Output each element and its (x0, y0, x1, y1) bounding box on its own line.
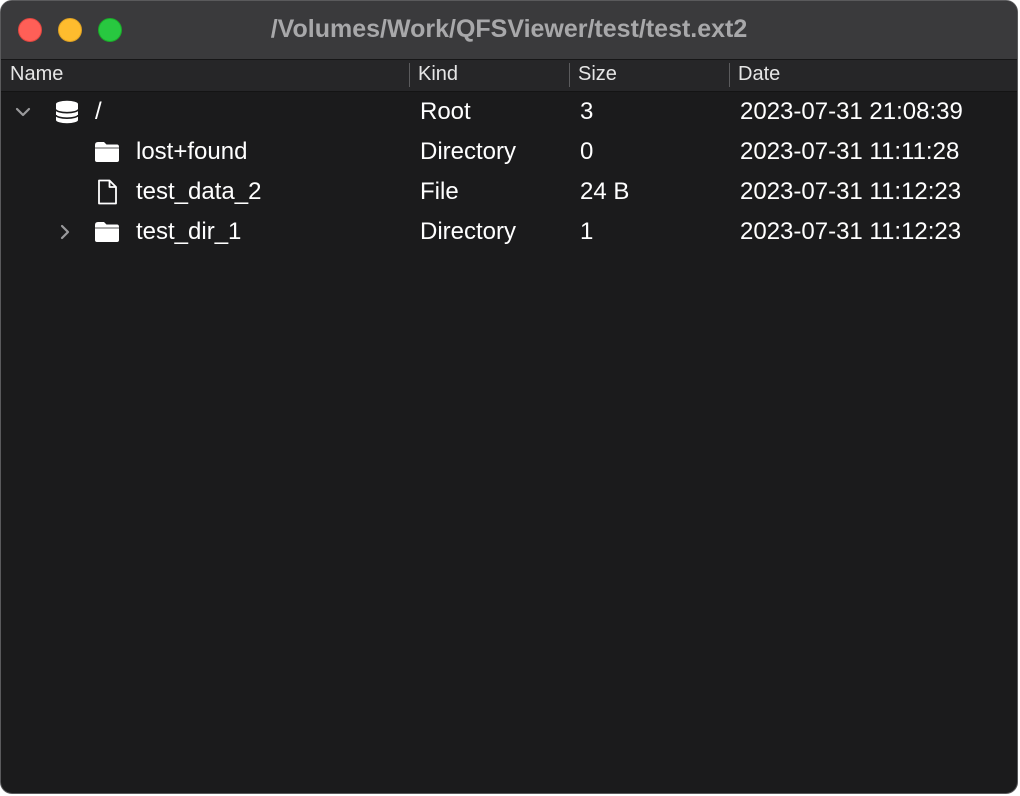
row-date: 2023-07-31 21:08:39 (740, 98, 963, 125)
row-date: 2023-07-31 11:11:28 (740, 138, 960, 165)
row-size: 1 (580, 218, 594, 245)
row-kind: File (420, 178, 459, 205)
row-name: / (95, 98, 102, 125)
column-divider[interactable] (729, 63, 730, 87)
table-row-test-data-2[interactable]: test_data_2 File 24 B 2023-07-31 11:12:2… (1, 172, 1017, 212)
row-size: 3 (580, 98, 594, 125)
row-kind: Directory (420, 138, 517, 165)
column-header-size[interactable]: Size (578, 60, 617, 91)
row-size: 24 B (580, 178, 630, 205)
column-divider[interactable] (569, 63, 570, 87)
title-bar[interactable]: /Volumes/Work/QFSViewer/test/test.ext2 (1, 1, 1017, 60)
column-header-date[interactable]: Date (738, 60, 780, 91)
table-row-lost-found[interactable]: lost+found Directory 0 2023-07-31 11:11:… (1, 132, 1017, 172)
folder-icon (95, 142, 119, 162)
database-icon (55, 100, 79, 124)
outline-view: / Root 3 2023-07-31 21:08:39 lost+found … (1, 92, 1017, 252)
chevron-down-icon[interactable] (13, 102, 33, 122)
row-name: test_data_2 (136, 178, 262, 205)
row-size: 0 (580, 138, 594, 165)
row-kind: Root (420, 98, 471, 125)
row-name: lost+found (136, 138, 248, 165)
table-row-root[interactable]: / Root 3 2023-07-31 21:08:39 (1, 92, 1017, 132)
column-divider[interactable] (409, 63, 410, 87)
window-title: /Volumes/Work/QFSViewer/test/test.ext2 (270, 15, 748, 43)
table-row-test-dir-1[interactable]: test_dir_1 Directory 1 2023-07-31 11:12:… (1, 212, 1017, 252)
row-date: 2023-07-31 11:12:23 (740, 178, 962, 205)
row-date: 2023-07-31 11:12:23 (740, 218, 962, 245)
table-header: Name Kind Size Date (1, 60, 1017, 92)
app-window: /Volumes/Work/QFSViewer/test/test.ext2 N… (0, 0, 1018, 794)
row-name: test_dir_1 (136, 218, 242, 245)
chevron-right-icon[interactable] (55, 222, 75, 242)
row-kind: Directory (420, 218, 517, 245)
document-icon (98, 179, 117, 205)
column-header-kind[interactable]: Kind (418, 60, 458, 91)
folder-icon (95, 222, 119, 242)
column-header-name[interactable]: Name (10, 60, 63, 91)
